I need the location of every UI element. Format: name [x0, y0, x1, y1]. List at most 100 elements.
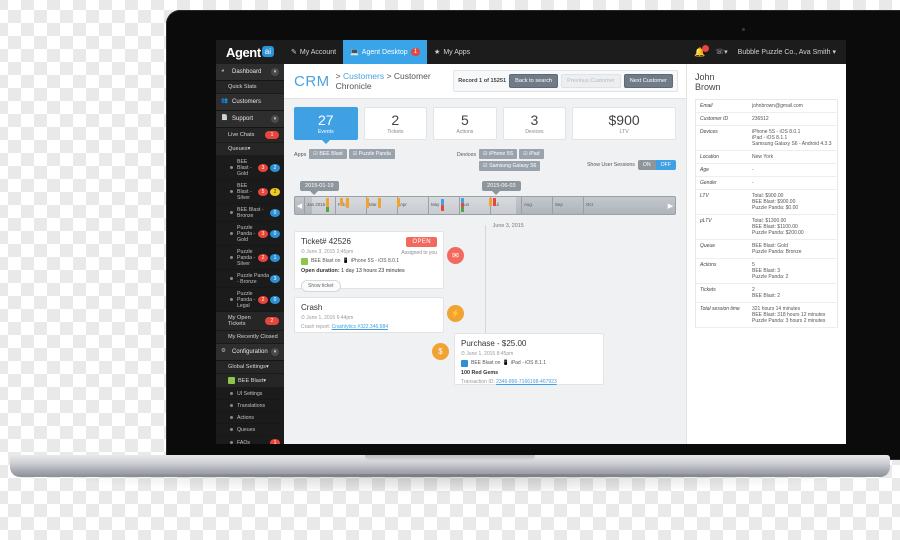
sidebar-item-live-chats[interactable]: Live Chats 1 [216, 128, 284, 143]
ticket-card[interactable]: Ticket# 42526 OPEN Assigned to you ⏱ Jun… [294, 231, 444, 292]
chevron-down-icon[interactable]: ▾ [263, 378, 266, 384]
list-item[interactable]: BEE Blast - Bronze 0 [216, 204, 284, 222]
breadcrumb-customers-link[interactable]: Customers [343, 71, 384, 81]
timeline-event[interactable] [489, 198, 492, 206]
kpi-devices[interactable]: 3 Devices [502, 107, 567, 140]
breadcrumb-sep: > [335, 71, 341, 81]
timeline-event[interactable] [441, 205, 444, 211]
app-chip-label: Puzzle Panda [358, 151, 391, 157]
bee-blast-app-icon [461, 359, 468, 367]
timeline-event[interactable] [461, 207, 464, 212]
table-row: Actions 5 BEE Blast: 3 Puzzle Panda: 2 [695, 258, 838, 284]
status-badge: 2 [270, 187, 280, 196]
sidebar-item-customers[interactable]: 👥 Customers [216, 94, 284, 111]
list-item[interactable]: Puzzle Panda - Silver 2 1 [216, 246, 284, 270]
notifications-bell-icon[interactable]: 🔔 [694, 44, 710, 58]
sidebar-item-global-settings[interactable]: Global Settings ▾ [216, 361, 284, 374]
timeline-event[interactable] [326, 207, 329, 212]
sidebar-item-my-open-tickets[interactable]: My Open Tickets 2 [216, 312, 284, 331]
my-open-tickets-badges: 2 [265, 317, 279, 325]
list-item[interactable]: Translations [216, 400, 284, 412]
timeline-event[interactable] [346, 198, 349, 208]
crash-report-link[interactable]: Crashlytics #322.346.984 [332, 324, 388, 330]
timeline-event[interactable] [326, 198, 329, 207]
crash-time: ⏱ June 1, 2015 6:44pm [301, 315, 354, 321]
kpi-label: Tickets [387, 129, 404, 135]
chevron-down-icon[interactable]: ▾ [271, 68, 279, 76]
timeline-event[interactable] [366, 198, 369, 208]
show-user-sessions-toggle[interactable]: Show User Sessions ON OFF [587, 160, 676, 170]
back-to-search-button[interactable]: Back to search [509, 74, 559, 88]
kpi-actions[interactable]: 5 Actions [433, 107, 497, 140]
sidebar-item-configuration[interactable]: ⚙ Configuration ▾ [216, 344, 284, 361]
sidebar-item-support[interactable]: 📄 Support ▾ [216, 111, 284, 128]
sidebar-item-bee-blast[interactable]: BEE Blast ▾ [216, 374, 284, 388]
list-item[interactable]: FAQs 1 [216, 436, 284, 444]
timeline-event[interactable] [378, 198, 381, 208]
device-chip-label: iPhone 5S [489, 151, 514, 157]
row-key: Customer ID [695, 112, 748, 126]
queue-label: BEE Blast - Bronze [237, 206, 264, 219]
queue-badges: 21 [258, 253, 280, 262]
list-item[interactable]: Queues [216, 424, 284, 436]
phone-icon[interactable]: ☏▾ [715, 48, 727, 56]
timeline-event[interactable] [493, 198, 496, 206]
device-chip[interactable]: ☑ iPad [519, 149, 544, 159]
list-item[interactable]: Puzzle Panda - Legal 2 0 [216, 288, 284, 312]
tab-agent-desktop[interactable]: 💻 Agent Desktop 1 [343, 40, 428, 64]
chevron-down-icon[interactable]: ▾ [271, 348, 279, 356]
next-customer-button[interactable]: Next Customer [623, 74, 673, 88]
device-chip[interactable]: ☑ iPhone 5S [479, 149, 518, 159]
list-item[interactable]: Puzzle Panda - Bronze 3 [216, 270, 284, 288]
app-chip[interactable]: ☑ BEE Blast [309, 149, 347, 159]
purchase-bubble-icon: $ [432, 343, 449, 360]
timeline-track[interactable]: Jan 2015 Feb Mar Apr May Jun Jul Aug Sep [304, 197, 666, 214]
kpi-ltv[interactable]: $900 LTV [572, 107, 677, 140]
timeline-event[interactable] [397, 198, 400, 207]
toggle-on-option[interactable]: ON [637, 160, 656, 170]
tab-my-account[interactable]: ✎ My Account [284, 40, 343, 64]
kpi-events[interactable]: 27 Events [294, 107, 358, 144]
purchase-txn-link[interactable]: 2346-896-7166198-467923 [496, 379, 557, 385]
chevron-down-icon[interactable]: ▾ [271, 115, 279, 123]
app-chip[interactable]: ☑ Puzzle Panda [348, 149, 395, 159]
device-chip[interactable]: ☑ Samsung Galaxy S6 [479, 161, 541, 171]
show-ticket-button[interactable]: Show ticket [301, 279, 341, 292]
list-item[interactable]: Puzzle Panda - Gold 3 0 [216, 222, 284, 246]
list-item[interactable]: UI Settings [216, 388, 284, 400]
timeline-event[interactable] [340, 198, 343, 206]
tab-my-apps[interactable]: ★ My Apps [427, 40, 477, 64]
toggle-switch[interactable]: ON OFF [637, 160, 676, 170]
live-chats-label: Live Chats [228, 132, 255, 138]
crash-card[interactable]: Crash ⏱ June 1, 2015 6:44pm Crash report… [294, 297, 444, 333]
timeline-bar[interactable]: ◀ Jan 2015 Feb Mar Apr May Jun Jul [294, 196, 676, 215]
sidebar-item-my-recently-closed[interactable]: My Recently Closed [216, 331, 284, 344]
toggle-off-option[interactable]: OFF [655, 160, 676, 170]
sidebar-item-quick-stats[interactable]: Quick Stats [216, 81, 284, 94]
my-open-tickets-label: My Open Tickets [228, 315, 251, 327]
list-item[interactable]: Actions [216, 412, 284, 424]
queue-badges: 20 [258, 295, 280, 304]
crash-report-label: Crash report: [301, 324, 331, 330]
kpi-tickets[interactable]: 2 Tickets [363, 107, 428, 140]
queue-badges: 3 [270, 274, 280, 283]
chevron-down-icon[interactable]: ▾ [266, 364, 269, 370]
row-value: BEE Blast: Gold Puzzle Panda: Bronze [748, 239, 838, 259]
list-item[interactable]: BEE Blast - Silver 5 2 [216, 180, 284, 204]
sidebar-item-queues[interactable]: Queues ▾ [216, 143, 284, 156]
agent-desktop-badge: 1 [410, 48, 421, 56]
sidebar-item-dashboard[interactable]: ◕ Dashboard ▾ [216, 64, 284, 81]
list-item[interactable]: BEE Blast - Gold 3 2 [216, 156, 284, 180]
customer-profile-panel: John Brown Email johnbrown@gmail.com Cust… [686, 64, 846, 444]
timeline-next-icon[interactable]: ▶ [666, 197, 675, 214]
account-menu[interactable]: Bubble Puzzle Co., Ava Smith ▾ [738, 48, 836, 56]
timeline-prev-icon[interactable]: ◀ [295, 197, 304, 214]
purchase-card[interactable]: Purchase - $25.00 ⏱ June 1, 2015 8:45pm … [454, 333, 604, 385]
logo-text: Agent [225, 44, 261, 60]
purchase-txn-label: Transaction ID: [461, 378, 495, 385]
chevron-down-icon[interactable]: ▾ [248, 146, 251, 152]
timeline[interactable]: 2015-01-19 2015-06-03 ◀ Jan 2015 Feb Mar… [294, 181, 676, 221]
app-logo[interactable]: Agent ai [216, 40, 284, 64]
breadcrumb-bar: CRM > Customers > Customer Chronicle Rec… [284, 64, 686, 99]
bullet-icon [230, 166, 233, 169]
